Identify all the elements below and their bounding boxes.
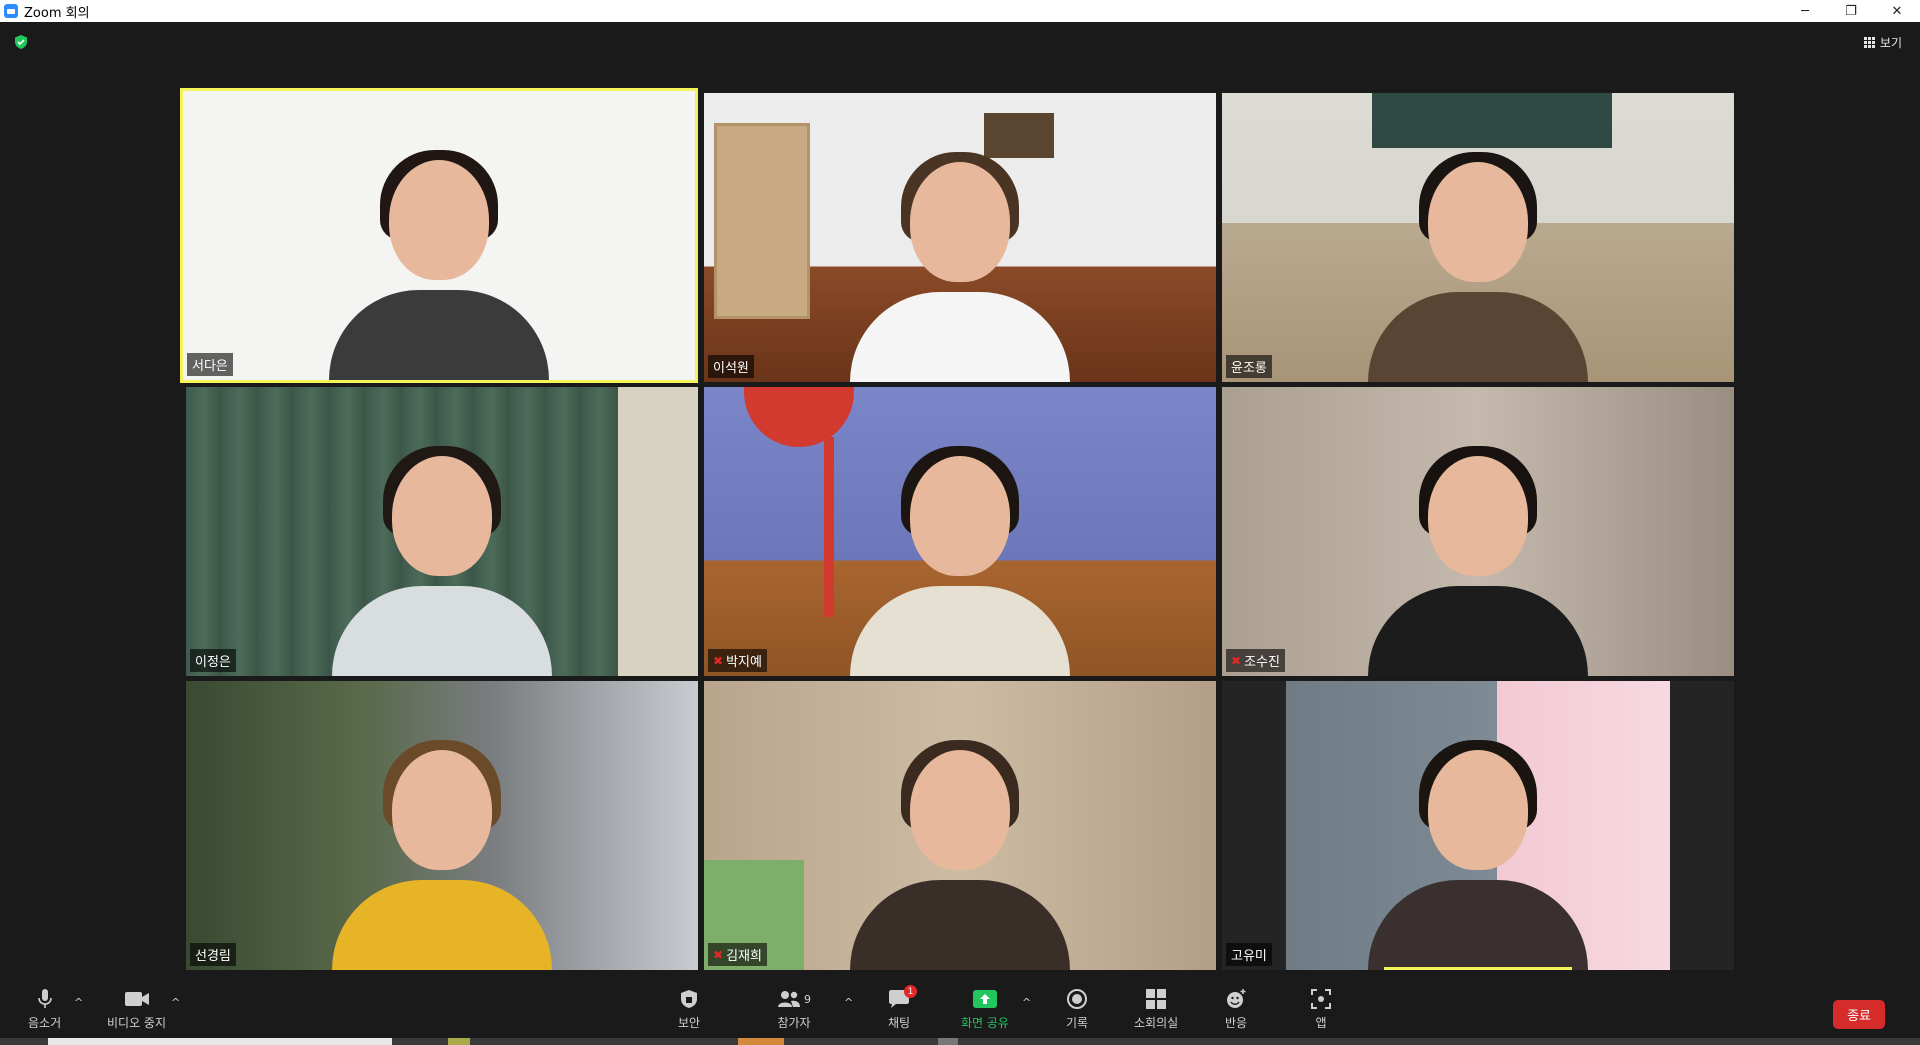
title-bar: Zoom 회의 ─ ❐ ✕ <box>0 0 1920 22</box>
video-tile[interactable]: 선경림 <box>186 681 698 970</box>
video-tile[interactable]: 고유미 <box>1222 681 1734 970</box>
record-icon <box>1066 988 1088 1010</box>
participant-name: 이석원 <box>713 361 749 376</box>
participant-name-tag: 고유미 <box>1226 943 1272 966</box>
encryption-shield-icon[interactable] <box>14 35 28 49</box>
participant-name: 조수진 <box>1244 655 1280 670</box>
participant-name-tag: ✖ 조수진 <box>1226 649 1285 672</box>
participant-name: 고유미 <box>1231 949 1267 964</box>
participant-name-tag: ✖ 박지예 <box>708 649 767 672</box>
participant-name-tag: ✖ 김재희 <box>708 943 767 966</box>
participant-name-tag: 선경림 <box>190 943 236 966</box>
video-tile[interactable]: ✖ 조수진 <box>1222 387 1734 676</box>
mute-label: 음소거 <box>28 1016 62 1030</box>
participant-name-tag: 이석원 <box>708 355 754 378</box>
chat-label: 채팅 <box>888 1016 911 1030</box>
participant-name-tag: 윤조롱 <box>1226 355 1272 378</box>
apps-button[interactable]: 앱 <box>1311 988 1331 1031</box>
participant-video <box>1368 446 1588 676</box>
video-tile[interactable]: ✖ 김재희 <box>704 681 1216 970</box>
end-meeting-button[interactable]: 종료 <box>1833 1000 1885 1029</box>
zoom-logo-icon <box>4 4 18 18</box>
participant-video <box>332 446 552 676</box>
chat-unread-badge: 1 <box>904 985 918 998</box>
window-controls: ─ ❐ ✕ <box>1782 0 1920 22</box>
video-options-caret-icon[interactable]: ^ <box>171 996 180 1009</box>
share-options-caret-icon[interactable]: ^ <box>1022 996 1031 1009</box>
share-screen-icon <box>972 988 998 1010</box>
chat-button[interactable]: 1 채팅 <box>888 985 918 1031</box>
participant-name-tag: 이정은 <box>190 649 236 672</box>
participants-options-caret-icon[interactable]: ^ <box>844 996 853 1009</box>
participant-video <box>329 150 549 380</box>
participants-label: 참가자 <box>777 1016 811 1030</box>
participant-name: 이정은 <box>195 655 231 670</box>
participant-video <box>1368 152 1588 382</box>
meeting-toolbar: 음소거 ^ 비디오 중지 ^ 보안 9 참가자 ^ 1 채팅 화면 공유 ^ 기… <box>0 980 1920 1038</box>
participant-video <box>850 446 1070 676</box>
chat-icon: 1 <box>888 985 918 1010</box>
mute-button[interactable]: 음소거 <box>28 988 61 1031</box>
record-label: 기록 <box>1066 1016 1089 1030</box>
shield-icon <box>680 988 698 1010</box>
participant-name: 선경림 <box>195 949 231 964</box>
restore-button[interactable]: ❐ <box>1828 0 1874 22</box>
reactions-button[interactable]: 반응 <box>1225 988 1247 1031</box>
reactions-label: 반응 <box>1225 1016 1248 1030</box>
emoji-icon <box>1225 988 1247 1010</box>
view-button[interactable]: 보기 <box>1863 34 1902 51</box>
video-tile[interactable]: ✖ 박지예 <box>704 387 1216 676</box>
video-tile[interactable]: 이정은 <box>186 387 698 676</box>
participant-video <box>1368 740 1588 970</box>
apps-icon <box>1311 988 1331 1010</box>
participant-video <box>332 740 552 970</box>
participants-button[interactable]: 9 참가자 <box>777 988 811 1031</box>
participant-name: 김재희 <box>726 949 762 964</box>
mute-options-caret-icon[interactable]: ^ <box>74 996 83 1009</box>
apps-label: 앱 <box>1315 1016 1327 1030</box>
view-label: 보기 <box>1879 36 1902 50</box>
video-camera-icon <box>124 988 150 1010</box>
participants-count: 9 <box>804 992 811 1006</box>
video-tile[interactable]: 서다은 <box>180 88 698 383</box>
video-tile[interactable]: 윤조롱 <box>1222 93 1734 382</box>
participants-icon: 9 <box>777 988 811 1010</box>
taskbar <box>0 1038 1920 1045</box>
participant-video <box>850 152 1070 382</box>
breakout-rooms-icon <box>1145 988 1167 1010</box>
security-button[interactable]: 보안 <box>678 988 700 1031</box>
share-label: 화면 공유 <box>961 1016 1009 1030</box>
participant-name-tag: 서다은 <box>187 353 233 376</box>
participant-video <box>850 740 1070 970</box>
muted-mic-icon: ✖ <box>1231 653 1242 668</box>
microphone-icon <box>37 988 53 1010</box>
video-label: 비디오 중지 <box>107 1016 167 1030</box>
breakout-label: 소회의실 <box>1134 1016 1179 1030</box>
minimize-button[interactable]: ─ <box>1782 0 1828 22</box>
window-title: Zoom 회의 <box>24 5 90 21</box>
muted-mic-icon: ✖ <box>713 653 724 668</box>
close-button[interactable]: ✕ <box>1874 0 1920 22</box>
video-tile[interactable]: 이석원 <box>704 93 1216 382</box>
grid-view-icon <box>1863 37 1875 48</box>
security-label: 보안 <box>678 1016 701 1030</box>
audio-indicator-bar <box>1384 967 1572 970</box>
breakout-rooms-button[interactable]: 소회의실 <box>1134 988 1178 1031</box>
participant-name: 윤조롱 <box>1231 361 1267 376</box>
share-screen-button[interactable]: 화면 공유 <box>961 988 1009 1031</box>
participant-name: 박지예 <box>726 655 762 670</box>
participant-name: 서다은 <box>192 359 228 374</box>
stop-video-button[interactable]: 비디오 중지 <box>107 988 166 1031</box>
record-button[interactable]: 기록 <box>1066 988 1088 1031</box>
muted-mic-icon: ✖ <box>713 947 724 962</box>
